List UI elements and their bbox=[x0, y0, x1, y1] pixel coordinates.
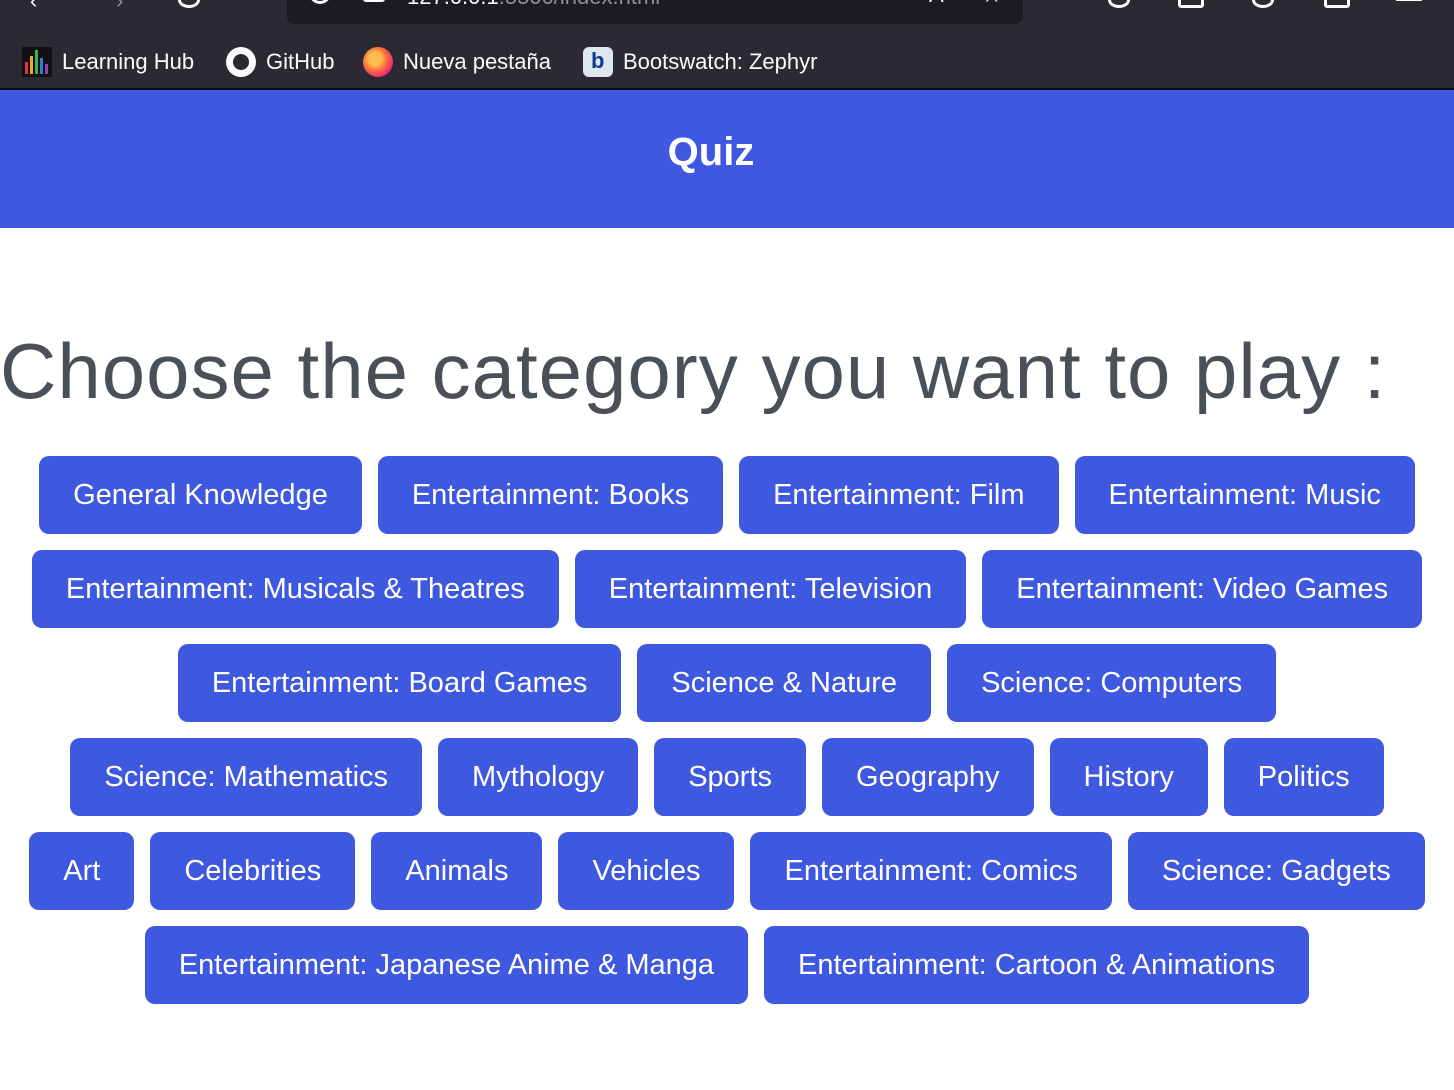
github-icon bbox=[226, 47, 256, 77]
bookmark-star-icon[interactable]: ☆ bbox=[981, 0, 1003, 9]
category-celebrities[interactable]: Celebrities bbox=[150, 832, 356, 910]
forward-icon[interactable]: › bbox=[116, 0, 123, 12]
bookmark-label: Learning Hub bbox=[62, 49, 195, 74]
category-row: Science: Mathematics Mythology Sports Ge… bbox=[0, 738, 1454, 816]
category-geography[interactable]: Geography bbox=[822, 738, 1034, 816]
bookmarks-bar: Learning Hub GitHub Nueva pestaña Bootsw… bbox=[0, 40, 1454, 84]
browser-chrome: ‹ › 127.0.0.1:5500/index.html A ☆ Learni… bbox=[0, 0, 1454, 90]
category-politics[interactable]: Politics bbox=[1223, 738, 1384, 816]
firefox-icon bbox=[363, 47, 393, 77]
reload-icon[interactable] bbox=[178, 0, 200, 8]
category-entertainment-books[interactable]: Entertainment: Books bbox=[377, 456, 724, 534]
account-icon[interactable] bbox=[1252, 0, 1274, 8]
page-info-icon[interactable] bbox=[363, 0, 385, 2]
bookmark-github[interactable]: GitHub bbox=[226, 44, 334, 80]
category-row: Entertainment: Musicals & Theatres Enter… bbox=[0, 550, 1454, 628]
history-icon[interactable] bbox=[1108, 0, 1130, 8]
category-row: Entertainment: Board Games Science & Nat… bbox=[0, 644, 1454, 722]
category-entertainment-music[interactable]: Entertainment: Music bbox=[1074, 456, 1415, 534]
category-list: General Knowledge Entertainment: Books E… bbox=[0, 456, 1454, 1020]
bookmark-label: GitHub bbox=[266, 49, 335, 74]
pocket-icon[interactable] bbox=[1178, 0, 1204, 8]
learning-hub-icon bbox=[22, 47, 52, 77]
category-mythology[interactable]: Mythology bbox=[438, 738, 639, 816]
category-entertainment-cartoon-animations[interactable]: Entertainment: Cartoon & Animations bbox=[764, 926, 1310, 1004]
back-icon[interactable]: ‹ bbox=[30, 0, 37, 12]
category-entertainment-musicals-theatres[interactable]: Entertainment: Musicals & Theatres bbox=[31, 550, 559, 628]
bookmark-bootswatch[interactable]: Bootswatch: Zephyr bbox=[583, 44, 817, 80]
category-art[interactable]: Art bbox=[29, 832, 135, 910]
bookmark-label: Nueva pestaña bbox=[403, 49, 551, 74]
category-science-gadgets[interactable]: Science: Gadgets bbox=[1127, 832, 1425, 910]
navbar: Quiz bbox=[0, 90, 1454, 228]
page-heading: Choose the category you want to play : bbox=[0, 327, 1387, 415]
menu-icon[interactable] bbox=[1396, 0, 1422, 1]
url-bar[interactable]: 127.0.0.1:5500/index.html A ☆ bbox=[287, 0, 1023, 24]
bookmark-nueva-pestana[interactable]: Nueva pestaña bbox=[363, 44, 551, 80]
bookmark-label: Bootswatch: Zephyr bbox=[623, 49, 818, 74]
extensions-icon[interactable] bbox=[1324, 0, 1350, 8]
category-science-nature[interactable]: Science & Nature bbox=[637, 644, 932, 722]
category-science-computers[interactable]: Science: Computers bbox=[947, 644, 1277, 722]
category-entertainment-board-games[interactable]: Entertainment: Board Games bbox=[177, 644, 622, 722]
category-general-knowledge[interactable]: General Knowledge bbox=[39, 456, 362, 534]
category-vehicles[interactable]: Vehicles bbox=[558, 832, 735, 910]
category-entertainment-anime-manga[interactable]: Entertainment: Japanese Anime & Manga bbox=[144, 926, 749, 1004]
category-row: Art Celebrities Animals Vehicles Enterta… bbox=[0, 832, 1454, 910]
shield-icon[interactable] bbox=[309, 0, 331, 4]
category-history[interactable]: History bbox=[1049, 738, 1208, 816]
category-animals[interactable]: Animals bbox=[371, 832, 543, 910]
category-row: General Knowledge Entertainment: Books E… bbox=[0, 456, 1454, 534]
url-text[interactable]: 127.0.0.1:5500/index.html bbox=[407, 0, 660, 8]
browser-toolbar: ‹ › 127.0.0.1:5500/index.html A ☆ bbox=[0, 0, 1454, 28]
reader-view-icon[interactable]: A bbox=[929, 0, 944, 8]
category-entertainment-television[interactable]: Entertainment: Television bbox=[574, 550, 967, 628]
category-row: Entertainment: Japanese Anime & Manga En… bbox=[0, 926, 1454, 1004]
category-entertainment-film[interactable]: Entertainment: Film bbox=[739, 456, 1059, 534]
category-entertainment-video-games[interactable]: Entertainment: Video Games bbox=[982, 550, 1423, 628]
category-science-mathematics[interactable]: Science: Mathematics bbox=[70, 738, 423, 816]
bootswatch-icon bbox=[583, 47, 613, 77]
category-entertainment-comics[interactable]: Entertainment: Comics bbox=[750, 832, 1112, 910]
navbar-brand[interactable]: Quiz bbox=[0, 130, 1422, 174]
category-sports[interactable]: Sports bbox=[654, 738, 807, 816]
bookmark-learning-hub[interactable]: Learning Hub bbox=[22, 44, 194, 80]
